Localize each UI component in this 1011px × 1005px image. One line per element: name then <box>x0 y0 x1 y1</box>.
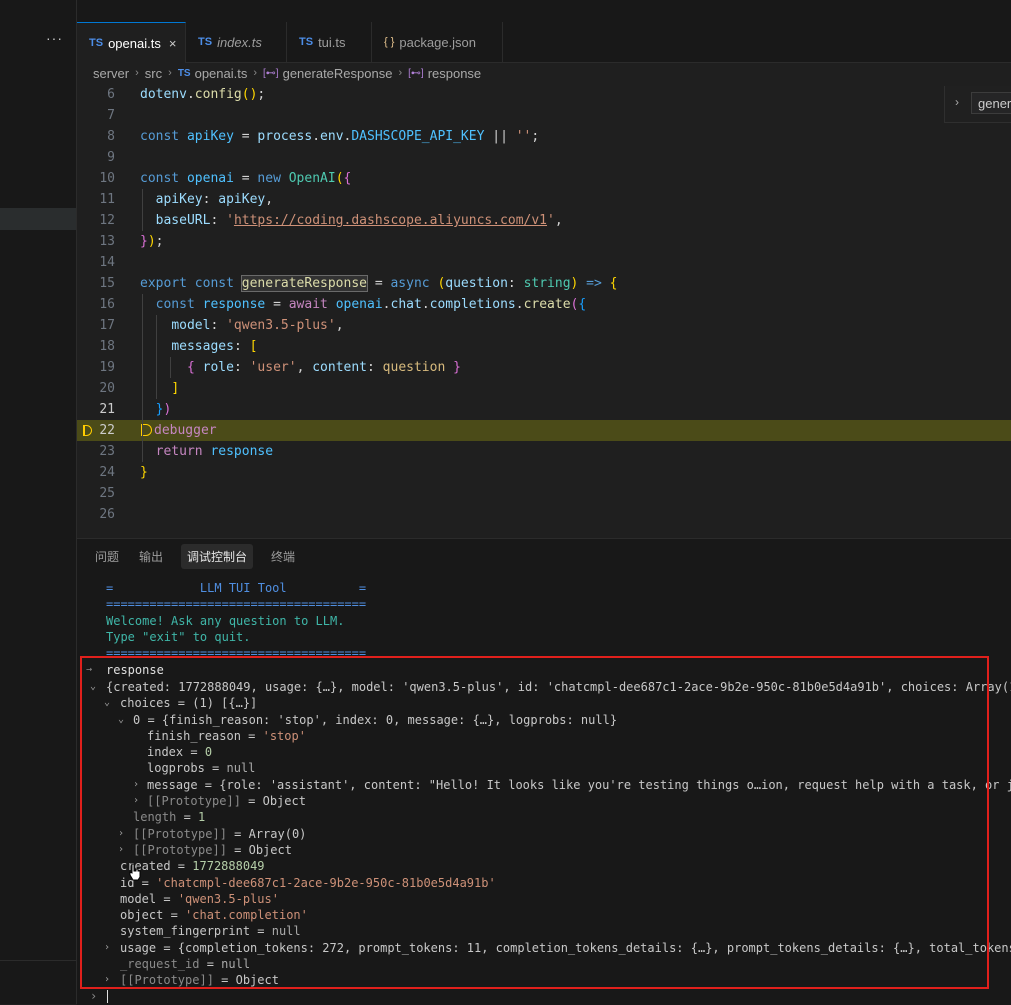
code-line: 14 <box>99 255 115 270</box>
typescript-icon: TS <box>198 36 213 48</box>
console-input[interactable]: › <box>0 988 934 1004</box>
base-url-link[interactable]: https://coding.dashscope.aliyuncs.com/v1 <box>234 213 547 228</box>
typescript-icon: TS <box>89 37 104 49</box>
tab-terminal[interactable]: 终端 <box>269 544 297 569</box>
tab-label: index.ts <box>217 34 262 50</box>
json-icon: { } <box>384 36 395 48</box>
indent-guide <box>142 294 143 462</box>
more-actions-icon[interactable]: ··· <box>46 30 63 46</box>
indent-guide <box>170 357 171 378</box>
tab-debug-console[interactable]: 调试控制台 <box>181 543 254 569</box>
code-line: 13}); <box>99 234 164 249</box>
tab-tui-ts[interactable]: TS tui.ts <box>287 22 372 62</box>
selection-highlight: generateResponse <box>240 275 369 292</box>
chevron-right-icon: › <box>90 989 98 1003</box>
indent-guide <box>142 189 143 231</box>
breadcrumb-symbol-variable[interactable]: response <box>428 66 481 81</box>
breadcrumb-symbol-function[interactable]: generateResponse <box>283 66 393 81</box>
code-line: 21 }) <box>99 402 172 417</box>
code-line: 24} <box>99 465 148 480</box>
code-line: 10 const openai = new OpenAI({ <box>99 171 352 186</box>
code-line: 15 export const generateResponse = async … <box>99 275 618 292</box>
symbol-variable-icon: [⊷] <box>263 67 279 79</box>
title-strip <box>77 0 1011 22</box>
breadcrumb-src[interactable]: src <box>145 66 162 81</box>
chevron-right-icon: › <box>135 67 139 79</box>
editor-tab-bar: TS openai.ts × TS index.ts TS tui.ts { }… <box>77 22 1011 63</box>
tab-openai-ts[interactable]: TS openai.ts × <box>77 22 186 63</box>
close-icon[interactable]: × <box>169 36 177 51</box>
breadcrumb-file[interactable]: openai.ts <box>195 66 248 81</box>
typescript-icon: TS <box>177 67 191 79</box>
tab-label: tui.ts <box>318 34 346 50</box>
code-line: 23 return response <box>99 444 274 459</box>
console-line: = LLM TUI Tool = <box>106 581 367 595</box>
symbol-variable-icon: [⊷] <box>408 67 424 79</box>
console-line: ==================================== <box>106 646 367 655</box>
tab-package-json[interactable]: { } package.json <box>372 22 503 62</box>
chevron-right-icon: › <box>398 67 403 79</box>
code-line: 9 <box>107 150 115 165</box>
tab-index-ts[interactable]: TS index.ts <box>186 22 287 62</box>
sidebar-selected-row[interactable] <box>0 208 76 230</box>
code-line: 8 const apiKey = process.env.DASHSCOPE_AP… <box>107 129 540 144</box>
breadcrumb: server › src › TS openai.ts › [⊷] genera… <box>93 64 481 82</box>
breadcrumb-server[interactable]: server <box>93 66 129 81</box>
code-line: 18 messages: [ <box>99 339 258 354</box>
code-line: 26 <box>99 507 115 522</box>
code-line: 6 dotenv.config(); <box>107 87 266 102</box>
code-line: 25 <box>99 486 115 501</box>
highlight-box <box>80 656 989 989</box>
chevron-right-icon: › <box>168 67 172 79</box>
current-debug-line: 22 debugger <box>77 420 1011 441</box>
tab-label: package.json <box>399 34 477 50</box>
tab-output[interactable]: 输出 <box>137 544 165 569</box>
tab-label: openai.ts <box>108 35 161 51</box>
chevron-right-icon: › <box>253 67 258 79</box>
console-line: Type "exit" to quit. <box>106 630 251 644</box>
console-line: Welcome! Ask any question to LLM. <box>106 614 345 628</box>
typescript-icon: TS <box>299 36 314 48</box>
code-line: 7 <box>107 108 115 123</box>
text-cursor <box>107 990 108 1003</box>
code-line: 20 ] <box>99 381 180 396</box>
code-line: 12 baseURL: 'https://coding.dashscope.al… <box>99 213 563 228</box>
code-line: 19 { role: 'user', content: question } <box>99 360 461 375</box>
code-line: 17 model: 'qwen3.5-plus', <box>99 318 344 333</box>
panel-tabs: 问题 输出 调试控制台 终端 <box>77 539 297 573</box>
console-line: ==================================== <box>106 597 367 611</box>
tab-problems[interactable]: 问题 <box>93 544 121 569</box>
indent-guide <box>156 315 157 399</box>
code-line: 11 apiKey: apiKey, <box>99 192 274 207</box>
code-line: 16 const response = await openai.chat.co… <box>99 297 587 312</box>
